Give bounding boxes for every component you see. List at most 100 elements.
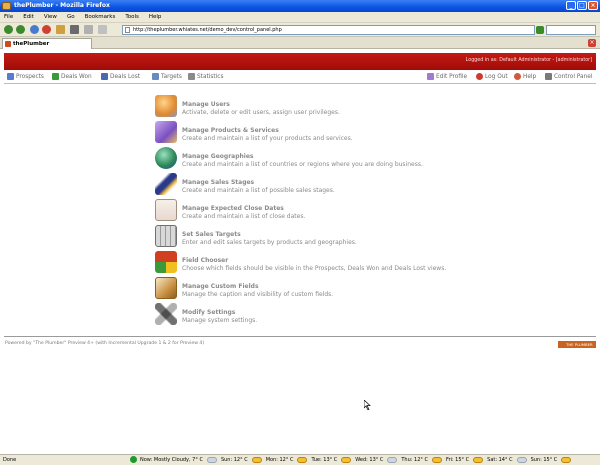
cp-item-manage-close-dates[interactable]: Manage Expected Close Dates Create and m… [155,199,455,225]
menu-help[interactable]: Help [149,14,162,20]
search-input[interactable] [546,25,596,35]
close-window-button[interactable]: × [588,1,598,10]
forecast-day[interactable]: Wed: 13° C [355,455,401,465]
cp-title[interactable]: Set Sales Targets [182,231,241,238]
window-controls: _ □ × [566,1,598,10]
nav-control-panel[interactable]: Control Panel [545,73,592,80]
nav-deals-lost[interactable]: Deals Lost [101,73,140,80]
globe-icon [155,147,177,169]
forecast-day[interactable]: Tue: 13° C [311,455,355,465]
forecast-day-label: Wed: 13° C [355,457,384,463]
footer-logo-badge[interactable]: THE PLUMBER [558,341,596,348]
cloud-icon [516,457,527,463]
menu-tools[interactable]: Tools [125,14,139,20]
weather-forecast: Now: Mostly Cloudy, 7° C Sun: 12° C Mon:… [130,455,575,465]
cp-title[interactable]: Field Chooser [182,257,228,264]
custom-fields-icon [155,277,177,299]
forecast-day[interactable]: Thu: 12° C [401,455,446,465]
nav-prospects[interactable]: Prospects [7,73,44,80]
cloud-icon [206,457,217,463]
menu-edit[interactable]: Edit [23,14,34,20]
nav-deals-won[interactable]: Deals Won [52,73,92,80]
tab-bar: thePlumber × [0,37,600,49]
cp-desc: Choose which fields should be visible in… [182,265,447,272]
edit-icon[interactable] [98,25,107,34]
firefox-icon [2,2,11,10]
menu-bookmarks[interactable]: Bookmarks [85,14,116,20]
control-panel-icon [545,73,552,80]
nav-log-out[interactable]: Log Out [476,73,508,80]
product-box-icon [155,121,177,143]
nav-targets[interactable]: Targets [152,73,182,80]
nav-statistics-label: Statistics [197,73,224,80]
menu-bar: File Edit View Go Bookmarks Tools Help [0,12,600,23]
nav-deals-lost-label: Deals Lost [110,73,141,80]
cp-desc: Manage the caption and visibility of cus… [182,291,334,298]
app-nav: Prospects Deals Won Deals Lost Targets S… [4,70,596,84]
menu-go[interactable]: Go [67,14,75,20]
mail-icon[interactable] [84,25,93,34]
print-icon[interactable] [70,25,79,34]
cloud-icon [387,457,398,463]
forecast-day[interactable]: Fri: 15° C [446,455,487,465]
cp-item-manage-sales-stages[interactable]: Manage Sales Stages Create and maintain … [155,173,455,199]
home-icon[interactable] [56,25,65,34]
tools-icon [155,303,177,325]
prospects-icon [7,73,14,80]
login-info: Logged in as: Default Administrator - [a… [465,58,592,63]
cp-item-manage-users[interactable]: Manage Users Activate, delete or edit us… [155,95,455,121]
targets-icon [152,73,159,80]
cp-item-modify-settings[interactable]: Modify Settings Manage system settings. [155,303,455,329]
control-panel-list: Manage Users Activate, delete or edit us… [155,95,455,329]
partly-sunny-icon [341,457,352,463]
close-tab-icon[interactable]: × [588,39,596,47]
cp-desc: Create and maintain a list of close date… [182,213,306,220]
forecast-day[interactable]: Sun: 15° C [531,455,576,465]
cp-title[interactable]: Manage Custom Fields [182,283,259,290]
reload-icon[interactable] [30,25,39,34]
forecast-day-label: Thu: 12° C [401,457,428,463]
cp-title[interactable]: Manage Sales Stages [182,179,254,186]
forecast-day[interactable]: Sat: 14° C [487,455,530,465]
nav-log-out-label: Log Out [485,73,508,80]
forecast-day-label: Tue: 13° C [311,457,338,463]
status-text: Done [3,457,17,463]
calendar-icon [155,199,177,221]
nav-statistics[interactable]: Statistics [188,73,224,80]
page-icon [125,27,130,33]
cp-item-manage-geographies[interactable]: Manage Geographies Create and maintain a… [155,147,455,173]
cp-title[interactable]: Manage Expected Close Dates [182,205,284,212]
forecast-day-label: Fri: 15° C [445,457,470,463]
nav-help[interactable]: Help [514,73,536,80]
forward-icon[interactable] [16,25,25,34]
go-icon[interactable] [536,26,544,34]
back-icon[interactable] [4,25,13,34]
cp-title[interactable]: Manage Geographies [182,153,253,160]
cp-desc: Manage system settings. [182,317,258,324]
stop-icon[interactable] [42,25,51,34]
forecast-day[interactable]: Sun: 12° C [221,455,266,465]
forecast-now[interactable]: Now: Mostly Cloudy, 7° C [130,455,221,465]
cp-item-manage-products[interactable]: Manage Products & Services Create and ma… [155,121,455,147]
cp-item-field-chooser[interactable]: Field Chooser Choose which fields should… [155,251,455,277]
forecast-day[interactable]: Mon: 12° C [266,455,312,465]
deals-lost-icon [101,73,108,80]
minimize-button[interactable]: _ [566,1,576,10]
cp-item-manage-custom-fields[interactable]: Manage Custom Fields Manage the caption … [155,277,455,303]
window-title: thePlumber - Mozilla Firefox [14,2,110,9]
forecast-day-label: Mon: 12° C [265,457,294,463]
maximize-button[interactable]: □ [577,1,587,10]
address-bar[interactable]: http://theplumber.whiates.net/demo_dev/c… [122,25,535,35]
cp-title[interactable]: Modify Settings [182,309,235,316]
nav-edit-profile[interactable]: Edit Profile [427,73,467,80]
forecast-now-label: Now: Mostly Cloudy, 7° C [140,457,203,463]
forecast-day-label: Sun: 12° C [220,457,248,463]
forecast-day-label: Sun: 15° C [530,457,558,463]
cp-title[interactable]: Manage Products & Services [182,127,279,134]
menu-view[interactable]: View [44,14,57,20]
cp-item-set-sales-targets[interactable]: Set Sales Targets Enter and edit sales t… [155,225,455,251]
nav-edit-profile-label: Edit Profile [436,73,468,80]
menu-file[interactable]: File [4,14,13,20]
tab-theplumber[interactable]: thePlumber [2,38,92,49]
cp-title[interactable]: Manage Users [182,101,230,108]
